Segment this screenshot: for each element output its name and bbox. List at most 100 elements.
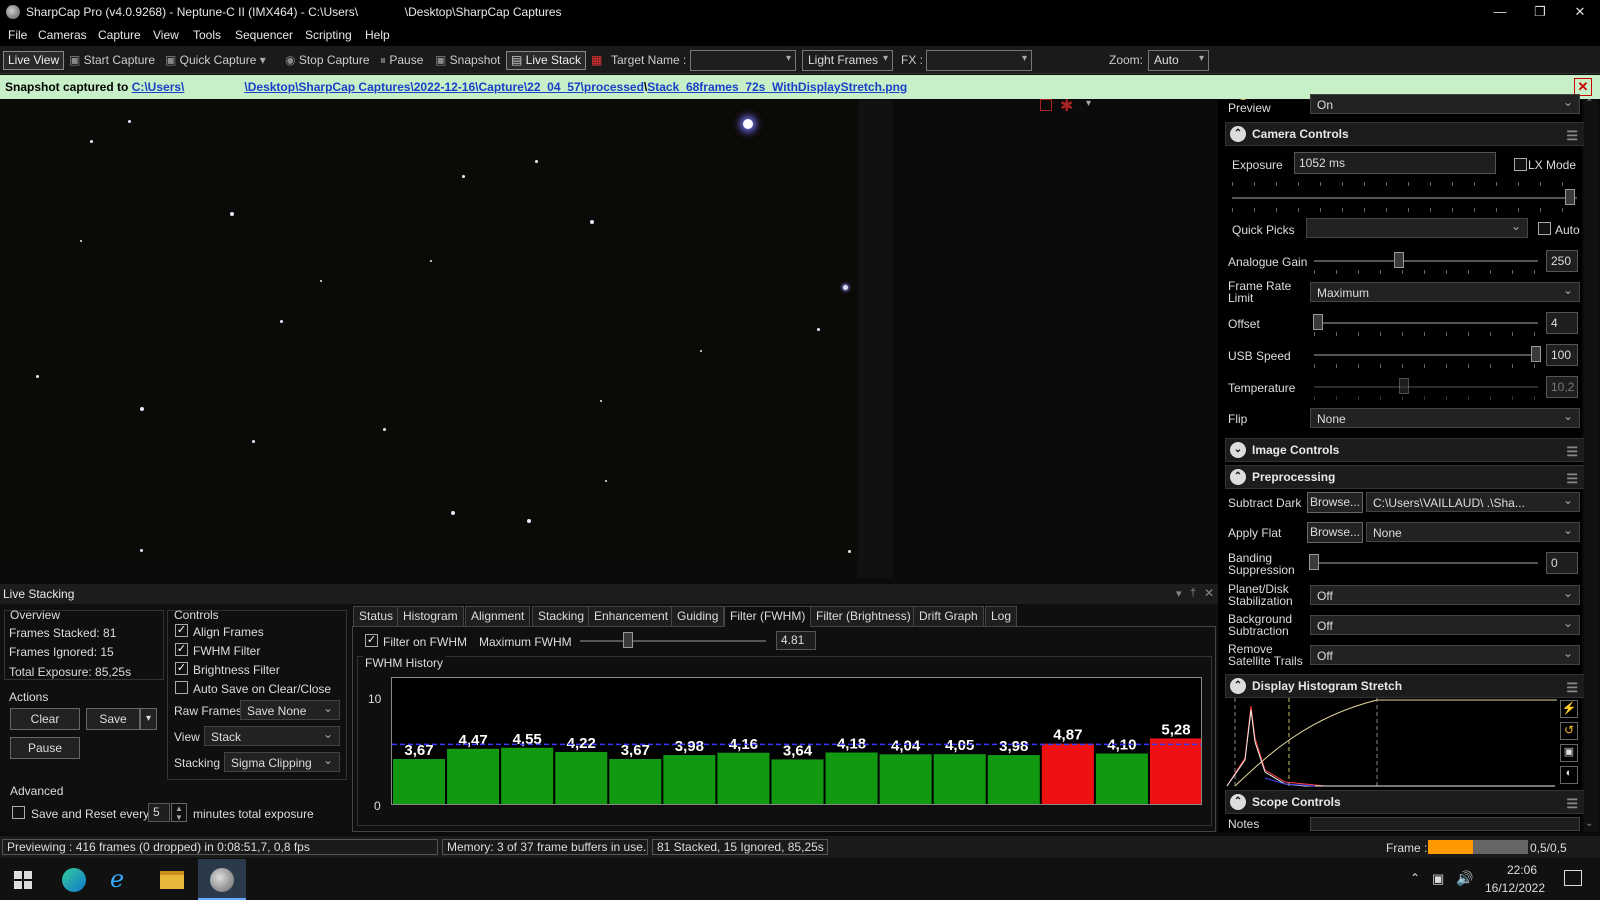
section-menu-icon[interactable]: ☰: [1566, 793, 1578, 815]
align-frames-checkbox[interactable]: ✓: [175, 624, 188, 637]
menu-view[interactable]: View: [153, 28, 179, 42]
frame-rate-dropdown[interactable]: Maximum: [1310, 282, 1580, 302]
quick-picks-dropdown[interactable]: [1306, 218, 1528, 238]
live-view-button[interactable]: Live View: [3, 51, 65, 70]
tab-log[interactable]: Log: [985, 606, 1018, 627]
satellite-trails-dropdown[interactable]: Off: [1310, 645, 1580, 665]
menu-cameras[interactable]: Cameras: [38, 28, 87, 42]
tray-chevron-icon[interactable]: ⌃: [1410, 871, 1420, 885]
reticle-icon[interactable]: [1040, 99, 1052, 111]
crosshair-icon[interactable]: ✱: [1060, 96, 1073, 116]
max-fwhm-input[interactable]: 4.81: [776, 631, 816, 650]
scroll-down-icon[interactable]: ⌄: [1585, 818, 1593, 829]
tab-enhancement[interactable]: Enhancement: [588, 606, 675, 627]
sharpcap-taskbar-button[interactable]: [198, 859, 246, 900]
section-menu-icon[interactable]: ☰: [1566, 125, 1578, 147]
frame-type-dropdown[interactable]: Light Frames: [802, 50, 893, 71]
dark-frame-dropdown[interactable]: C:\Users\VAILLAUD\ .\Sha...: [1366, 492, 1580, 512]
max-fwhm-slider-track[interactable]: [580, 640, 766, 642]
view-dropdown[interactable]: Stack: [204, 726, 340, 746]
reset-stretch-icon[interactable]: ↺: [1560, 722, 1578, 740]
network-icon[interactable]: ▣: [1432, 871, 1444, 887]
menu-capture[interactable]: Capture: [98, 28, 141, 42]
scroll-up-icon[interactable]: ⌃: [1585, 98, 1593, 109]
usb-slider-thumb[interactable]: [1530, 346, 1541, 362]
tab-filter-brightness[interactable]: Filter (Brightness): [810, 606, 917, 627]
section-menu-icon[interactable]: ☰: [1566, 468, 1578, 490]
banding-slider-track[interactable]: [1314, 562, 1538, 564]
image-controls-header[interactable]: ⌄ Image Controls ☰: [1225, 438, 1585, 462]
auto-save-checkbox[interactable]: [175, 681, 188, 694]
preprocessing-header[interactable]: ⌃ Preprocessing ☰: [1225, 465, 1585, 489]
usb-input[interactable]: 100: [1546, 344, 1578, 366]
tab-drift-graph[interactable]: Drift Graph: [913, 606, 984, 627]
notice-link-folder[interactable]: \Desktop\SharpCap Captures\2022-12-16\Ca…: [244, 80, 644, 94]
save-stretch-icon[interactable]: ▣: [1560, 744, 1578, 762]
volume-icon[interactable]: 🔊: [1456, 870, 1473, 887]
menu-scripting[interactable]: Scripting: [305, 28, 352, 42]
side-scrollbar[interactable]: [1584, 100, 1598, 832]
menu-file[interactable]: File: [8, 28, 27, 42]
offset-slider-track[interactable]: [1314, 322, 1538, 324]
apply-stretch-icon[interactable]: ◐: [1560, 766, 1578, 784]
chevron-down-icon[interactable]: ▾: [1086, 98, 1091, 109]
exposure-input[interactable]: 1052 ms: [1294, 152, 1496, 174]
notice-link-path[interactable]: C:\Users\: [132, 80, 185, 94]
histogram-stretch-graph[interactable]: [1225, 698, 1557, 788]
exposure-slider-thumb[interactable]: [1565, 189, 1576, 205]
pause-button[interactable]: ⏸ Pause: [375, 51, 428, 70]
minimize-button[interactable]: —: [1480, 0, 1520, 24]
save-options-chevron-icon[interactable]: ▾: [140, 708, 157, 730]
snapshot-button[interactable]: ▣ Snapshot: [430, 51, 505, 70]
section-menu-icon[interactable]: ☰: [1566, 441, 1578, 463]
background-subtraction-dropdown[interactable]: Off: [1310, 615, 1580, 635]
notes-input[interactable]: [1310, 817, 1580, 831]
tab-alignment[interactable]: Alignment: [465, 606, 531, 627]
planet-stabilization-dropdown[interactable]: Off: [1310, 585, 1580, 605]
camera-controls-header[interactable]: ⌃ Camera Controls ☰: [1225, 122, 1585, 146]
browse-flat-button[interactable]: Browse...: [1307, 522, 1363, 543]
flat-frame-dropdown[interactable]: None: [1366, 522, 1580, 542]
windows-start-icon[interactable]: [14, 871, 32, 889]
minutes-spinner-icon[interactable]: ▲ ▼: [171, 803, 187, 822]
brightness-filter-checkbox[interactable]: ✓: [175, 662, 188, 675]
notifications-icon[interactable]: [1564, 870, 1582, 886]
close-panel-icon[interactable]: ✕: [1204, 586, 1214, 600]
menu-help[interactable]: Help: [365, 28, 390, 42]
tab-filter-fwhm[interactable]: Filter (FWHM): [724, 606, 812, 627]
tab-stacking[interactable]: Stacking: [532, 606, 591, 627]
close-window-button[interactable]: ✕: [1560, 0, 1600, 24]
internet-explorer-icon[interactable]: e: [110, 865, 124, 893]
zoom-dropdown[interactable]: Auto: [1148, 50, 1209, 71]
offset-slider-thumb[interactable]: [1313, 314, 1324, 330]
browse-dark-button[interactable]: Browse...: [1307, 492, 1363, 513]
banding-input[interactable]: 0: [1546, 552, 1578, 574]
histogram-stretch-header[interactable]: ⌃ Display Histogram Stretch ☰: [1225, 674, 1585, 698]
menu-sequencer[interactable]: Sequencer: [235, 28, 293, 42]
save-button[interactable]: Save: [86, 708, 140, 730]
stop-capture-button[interactable]: ◉ Stop Capture: [280, 51, 375, 70]
panel-dropdown-icon[interactable]: ▾: [1176, 587, 1182, 600]
max-fwhm-slider-thumb[interactable]: [623, 632, 634, 648]
filter-on-fwhm-checkbox[interactable]: ✓: [365, 634, 378, 647]
file-explorer-icon[interactable]: [160, 871, 184, 889]
minutes-input[interactable]: 5: [148, 803, 170, 822]
lx-mode-checkbox[interactable]: [1514, 158, 1527, 171]
raw-frames-dropdown[interactable]: Save None: [240, 700, 340, 720]
tab-histogram[interactable]: Histogram: [397, 606, 464, 627]
exposure-slider-track[interactable]: [1232, 197, 1577, 199]
pin-icon[interactable]: †: [1190, 587, 1196, 599]
fwhm-filter-checkbox[interactable]: ✓: [175, 643, 188, 656]
clear-button[interactable]: Clear: [10, 708, 80, 730]
gain-slider-thumb[interactable]: [1394, 252, 1405, 268]
section-menu-icon[interactable]: ☰: [1566, 677, 1578, 699]
edge-icon[interactable]: [62, 868, 86, 892]
image-viewer[interactable]: [0, 100, 858, 558]
quick-capture-button[interactable]: ▣ Quick Capture ▾: [160, 51, 271, 70]
offset-input[interactable]: 4: [1546, 312, 1578, 334]
pause-stack-button[interactable]: Pause: [10, 737, 80, 759]
notice-link-file[interactable]: Stack_68frames_72s_WithDisplayStretch.pn…: [647, 80, 907, 94]
tab-status[interactable]: Status: [353, 606, 400, 627]
live-stack-button[interactable]: ▤ Live Stack: [506, 51, 587, 70]
start-capture-button[interactable]: ▣ Start Capture: [64, 51, 160, 70]
